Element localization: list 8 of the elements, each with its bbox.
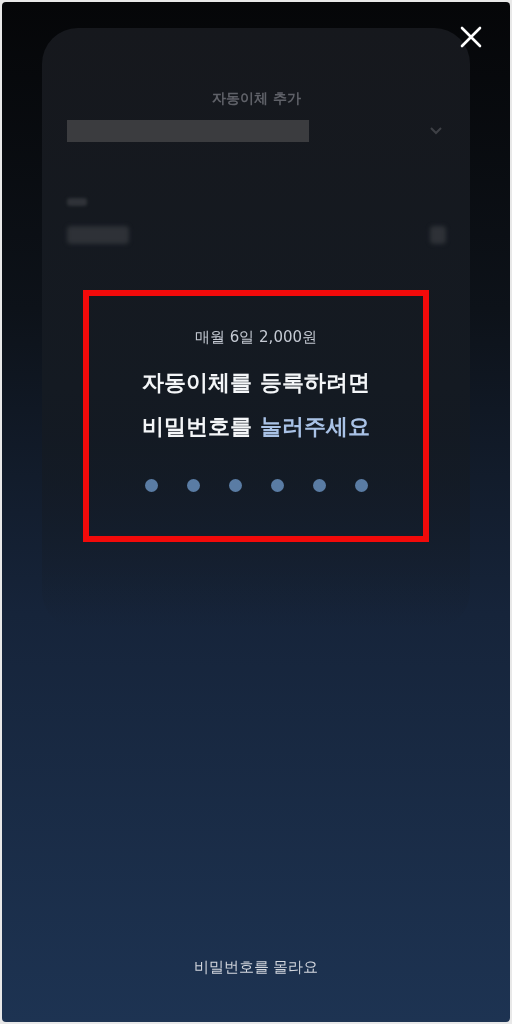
chevron-icon [430, 127, 442, 135]
blurred-unit [430, 226, 446, 244]
blurred-label [67, 198, 87, 206]
payment-summary: 매월 6일 2,000원 [195, 328, 317, 347]
form-title: 자동이체 추가 [212, 90, 301, 108]
prompt-title: 자동이체를 등록하려면 비밀번호를 눌러주세요 [142, 369, 370, 441]
blurred-amount [67, 226, 129, 244]
forgot-password-link[interactable]: 비밀번호를 몰라요 [187, 957, 325, 978]
